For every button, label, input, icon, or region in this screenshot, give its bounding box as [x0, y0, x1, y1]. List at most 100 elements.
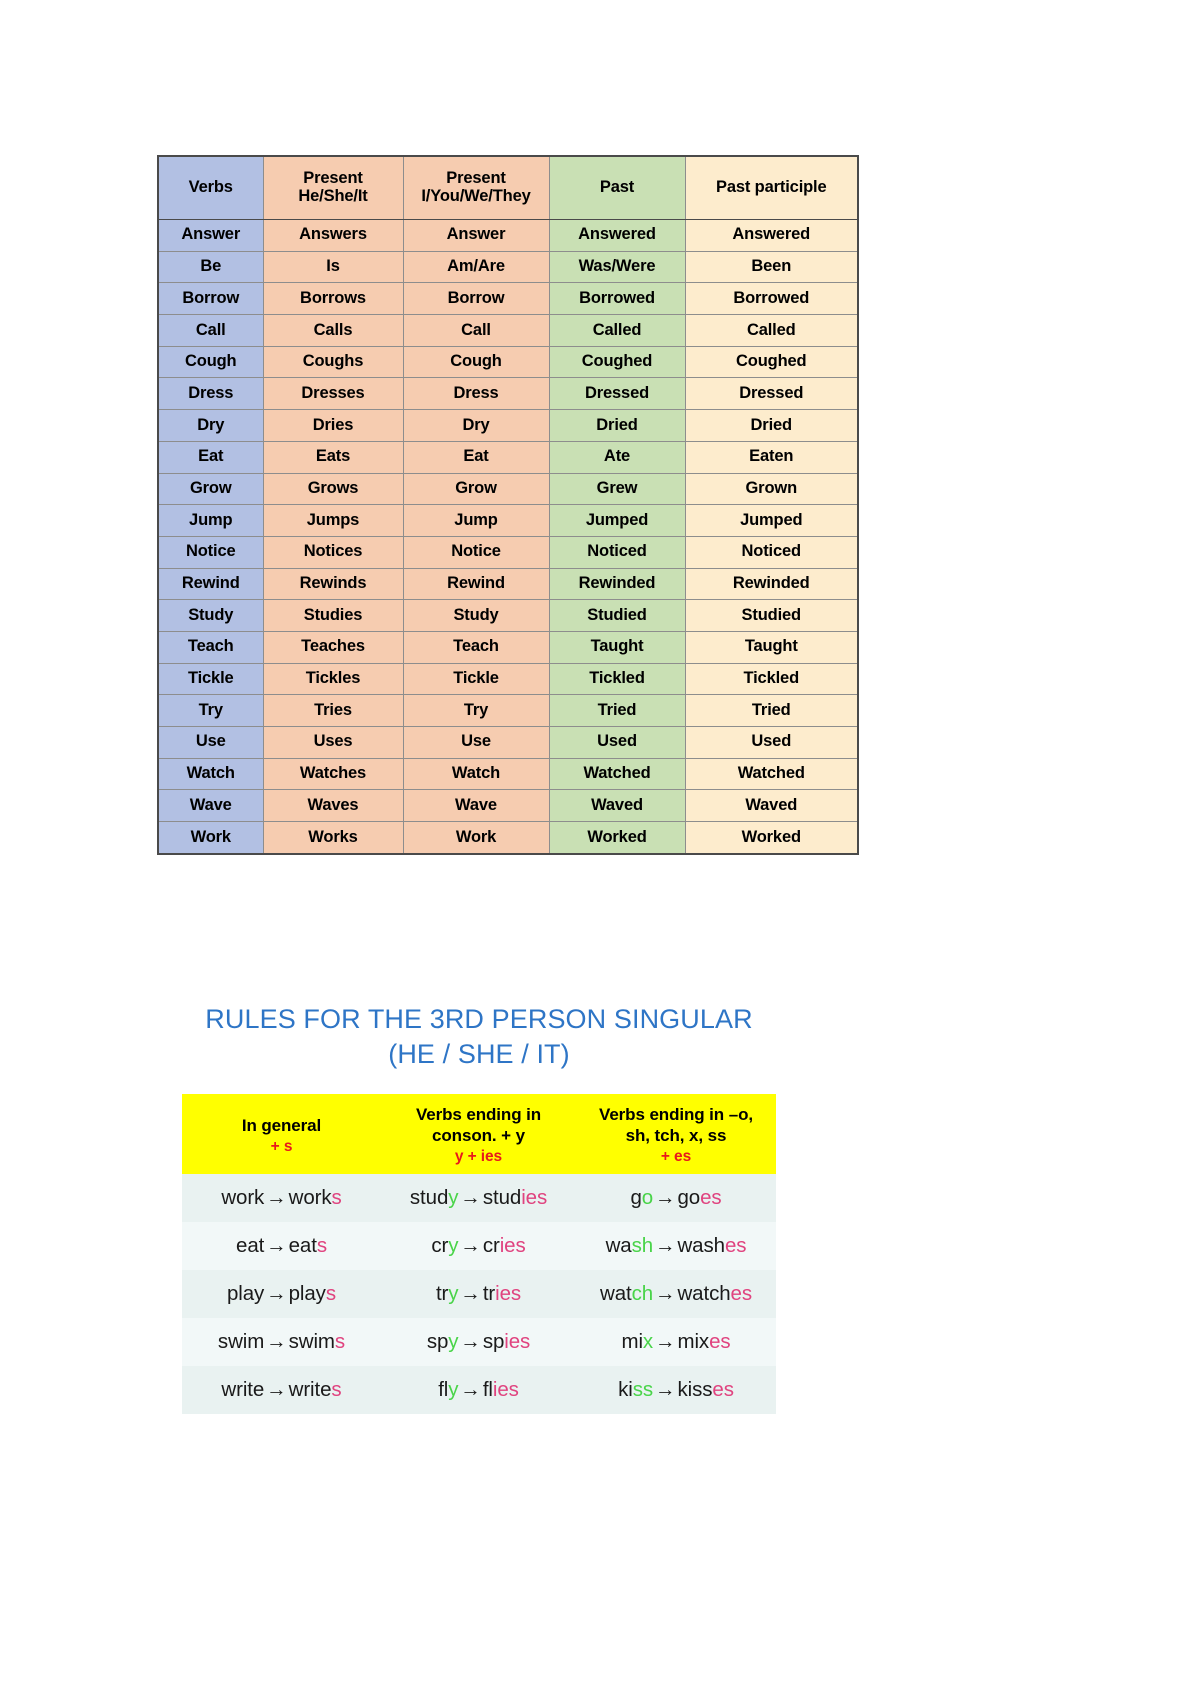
verb-table-cell: Watch	[157, 757, 264, 791]
verb-table-row: Try Tries Try Tried Tried	[157, 694, 859, 727]
rules-example-cell: kiss→kisses	[576, 1366, 776, 1415]
verb-table-cell: Noticed	[548, 535, 686, 569]
rules-example-cell: try→tries	[381, 1270, 576, 1319]
verb-table-cell: Called	[684, 314, 859, 347]
verb-table-cell: Coughed	[548, 345, 686, 379]
verb-table-cell: Use	[157, 726, 264, 759]
verb-table-header-row: Verbs Present He/She/It Present I/You/We/The…	[157, 155, 859, 220]
rules-base-highlight: y	[448, 1282, 459, 1306]
verb-table-cell: Grow	[402, 472, 550, 506]
verb-table-cell: Dressed	[548, 377, 686, 411]
verb-table-col-header-line: Past participle	[715, 178, 827, 197]
verb-table-cell: Dried	[548, 409, 686, 442]
verb-table-cell: Teach	[402, 630, 550, 664]
verb-table-col-header-line: He/She/It	[298, 187, 368, 205]
rules-example-cell: swim→swims	[182, 1318, 381, 1367]
rules-base-highlight: ch	[631, 1282, 654, 1306]
verb-table-cell: Waves	[262, 789, 404, 823]
rules-base-plain: mi	[621, 1330, 643, 1354]
rules-base-plain: fl	[438, 1378, 449, 1402]
verb-table-cell: Notice	[402, 535, 550, 569]
verb-table-cell: Notices	[262, 535, 404, 569]
verb-table-row: Work Works Work Worked Worked	[157, 821, 859, 855]
rules-result-plain: cr	[482, 1234, 500, 1258]
verb-table-cell: Dry	[157, 409, 264, 442]
verb-table-cell: Grown	[684, 472, 859, 506]
verb-table-cell: Tickle	[157, 662, 264, 696]
verb-table-row: Be Is Am/Are Was/Were Been	[157, 250, 859, 284]
verb-table-row: Watch Watches Watch Watched Watched	[157, 757, 859, 791]
rules-table-header: In general + s Verbs ending in conson. + y y…	[182, 1094, 776, 1175]
verb-table-cell: Eaten	[684, 440, 859, 474]
rules-base-plain: stud	[409, 1186, 449, 1210]
verb-table-cell: Dress	[402, 377, 550, 411]
verb-table-col-header: Present He/She/It	[262, 155, 404, 220]
verb-table-row: Notice Notices Notice Noticed Noticed	[157, 535, 859, 569]
arrow-icon: →	[655, 1234, 676, 1258]
rules-result-plain: eat	[288, 1234, 317, 1258]
rules-example-cell: go→goes	[576, 1174, 776, 1223]
rules-base-highlight: x	[642, 1330, 654, 1354]
rules-example-cell: work→works	[182, 1174, 381, 1223]
verb-table-cell: Grew	[548, 472, 686, 506]
rules-base-plain: cr	[431, 1234, 449, 1258]
rules-result-plain: swim	[288, 1330, 335, 1354]
verb-table-cell: Watches	[262, 757, 404, 791]
rules-result-suffix: es	[709, 1330, 731, 1354]
verb-table-cell: Tickle	[402, 662, 550, 696]
verb-table-cell: Study	[157, 599, 264, 632]
arrow-icon: →	[460, 1282, 481, 1306]
third-person-rules-table: In general + s Verbs ending in conson. + y y…	[182, 1094, 776, 1415]
rules-result-plain: wash	[677, 1234, 725, 1258]
rules-base-highlight: y	[448, 1186, 459, 1210]
verb-table-col-header-line: Present	[303, 169, 363, 188]
verb-table-row: Jump Jumps Jump Jumped Jumped	[157, 504, 859, 537]
rules-base-plain: wat	[600, 1282, 632, 1306]
rules-example-cell: watch→watches	[576, 1270, 776, 1319]
verb-table-cell: Wave	[157, 789, 264, 823]
verb-table-cell: Studied	[684, 599, 859, 632]
rules-result-suffix: ies	[504, 1330, 531, 1354]
verb-table-cell: Called	[548, 314, 686, 347]
verb-table-cell: Tickles	[262, 662, 404, 696]
rules-result-suffix: s	[334, 1330, 346, 1354]
verb-table-cell: Dried	[684, 409, 859, 442]
verb-table-cell: Watch	[402, 757, 550, 791]
rules-example-cell: eat→eats	[182, 1222, 381, 1271]
verb-table-cell: Rewinds	[262, 567, 404, 601]
verb-table-col-header: Past participle	[684, 155, 859, 220]
verb-table-col-header-line: Present	[446, 169, 506, 188]
verb-table-cell: Borrows	[262, 282, 404, 316]
rules-base-plain: sp	[426, 1330, 449, 1354]
rules-result-suffix: es	[712, 1378, 734, 1402]
rules-col-header-accent: y + ies	[454, 1148, 503, 1166]
verb-table-col-header-line: I/You/We/They	[421, 187, 531, 205]
verb-table-row: Wave Waves Wave Waved Waved	[157, 789, 859, 823]
verb-table-header: Verbs Present He/She/It Present I/You/We/The…	[157, 155, 859, 220]
arrow-icon: →	[460, 1378, 481, 1402]
verb-table-cell: Be	[157, 250, 264, 284]
verb-table-row: Dress Dresses Dress Dressed Dressed	[157, 377, 859, 411]
verb-table-row: Use Uses Use Used Used	[157, 726, 859, 759]
verb-table-row: Cough Coughs Cough Coughed Coughed	[157, 345, 859, 379]
verb-table-cell: Call	[157, 314, 264, 347]
rules-result-plain: watch	[677, 1282, 731, 1306]
verb-table-cell: Answer	[157, 219, 264, 252]
rules-base-plain: play	[227, 1282, 265, 1306]
rules-row: write→writes fly→flies kiss→kisses	[182, 1366, 776, 1415]
verb-table-cell: Rewind	[157, 567, 264, 601]
arrow-icon: →	[266, 1234, 287, 1258]
verb-table-cell: Watched	[684, 757, 859, 791]
rules-result-plain: stud	[482, 1186, 522, 1210]
rules-row: work→works study→studies go→goes	[182, 1174, 776, 1223]
rules-col-header-line: In general	[241, 1115, 322, 1135]
arrow-icon: →	[655, 1330, 676, 1354]
verb-table-cell: Borrowed	[548, 282, 686, 316]
rules-base-plain: wa	[605, 1234, 632, 1258]
verb-table-cell: Borrowed	[684, 282, 859, 316]
rules-row: play→plays try→tries watch→watches	[182, 1270, 776, 1319]
rules-result-plain: go	[677, 1186, 701, 1210]
rules-result-suffix: ies	[521, 1186, 548, 1210]
verb-table-cell: Study	[402, 599, 550, 632]
verb-table-cell: Used	[684, 726, 859, 759]
